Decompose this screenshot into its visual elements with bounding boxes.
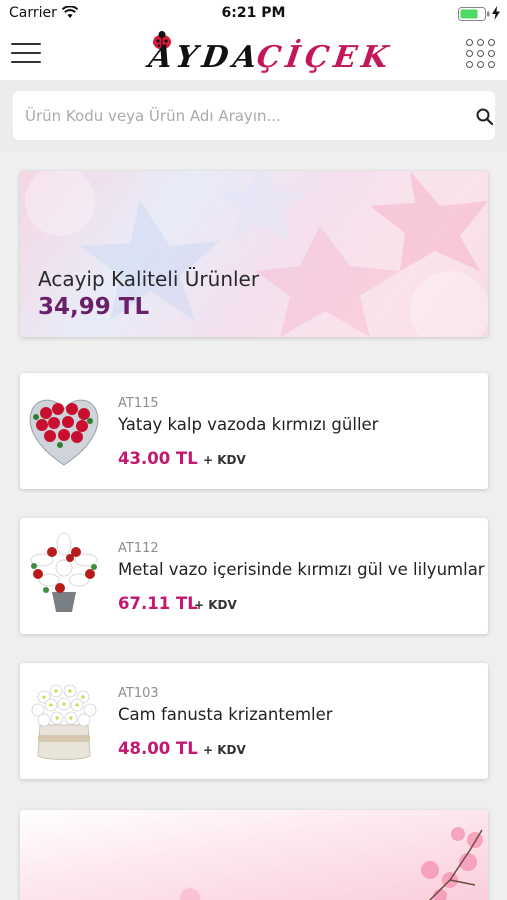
product-tax-label: + KDV — [203, 743, 246, 757]
search-area — [0, 80, 507, 152]
product-tax-label: + KDV — [194, 598, 237, 612]
status-time: 6:21 PM — [221, 5, 286, 21]
logo-text-cicek: ÇİÇEK — [254, 40, 396, 75]
charging-bolt-icon — [492, 6, 500, 20]
battery-icon — [458, 7, 490, 21]
product-list: Acayip Kaliteli Ürünler 34,99 TL AT115 Y… — [0, 152, 507, 900]
search-icon[interactable] — [476, 108, 493, 125]
product-image — [30, 532, 98, 612]
search-box — [13, 91, 495, 140]
logo-text-ayda: AYDA — [146, 40, 264, 75]
product-card[interactable]: AT112 Metal vazo içerisinde kırmızı gül … — [20, 518, 488, 634]
product-name: Cam fanusta krizantemler — [118, 705, 333, 724]
product-code: AT103 — [118, 686, 159, 701]
banner-price: 34,99 TL — [38, 294, 150, 320]
product-code: AT112 — [118, 541, 159, 556]
promo-banner[interactable] — [20, 810, 488, 900]
banner-blossom-background — [180, 827, 483, 900]
product-price: 67.11 TL — [118, 594, 198, 613]
product-image — [29, 399, 99, 466]
brand-logo[interactable]: AYDA ÇİÇEK — [145, 30, 395, 76]
product-image — [31, 684, 97, 760]
product-name: Yatay kalp vazoda kırmızı güller — [118, 415, 379, 434]
product-name: Metal vazo içerisinde kırmızı gül ve lil… — [118, 560, 485, 579]
product-card[interactable]: AT115 Yatay kalp vazoda kırmızı güller 4… — [20, 373, 488, 489]
product-price: 43.00 TL — [118, 449, 198, 468]
product-card[interactable]: AT103 Cam fanusta krizantemler 48.00 TL … — [20, 663, 488, 779]
categories-grid-icon[interactable] — [466, 39, 496, 69]
promo-banner[interactable]: Acayip Kaliteli Ürünler 34,99 TL — [20, 171, 488, 337]
product-price: 48.00 TL — [118, 739, 198, 758]
status-bar: Carrier 6:21 PM — [0, 0, 507, 28]
product-code: AT115 — [118, 396, 159, 411]
nav-bar: AYDA ÇİÇEK — [0, 28, 507, 80]
product-tax-label: + KDV — [203, 453, 246, 467]
search-input[interactable] — [25, 91, 455, 140]
banner-title: Acayip Kaliteli Ürünler — [38, 267, 260, 291]
hamburger-menu-icon[interactable] — [11, 43, 41, 65]
